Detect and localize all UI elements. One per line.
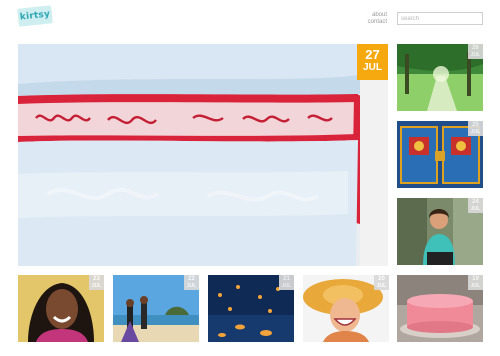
bottom-post[interactable]: 19 JUL [397, 275, 483, 342]
bottom-post[interactable]: 23 JUL [18, 275, 104, 342]
date-day: 23 [93, 276, 100, 282]
side-post[interactable]: 26 JUL [397, 44, 483, 111]
date-month: JUL [363, 62, 382, 73]
date-month: JUL [470, 283, 481, 289]
date-day: 25 [472, 122, 479, 128]
site-logo[interactable]: kirtsy [17, 5, 53, 27]
date-badge: 20 JUL [374, 275, 389, 290]
pillowcases-image [18, 44, 388, 266]
date-day: 20 [378, 276, 385, 282]
date-month: JUL [186, 283, 197, 289]
date-badge: 25 JUL [468, 121, 483, 136]
search-input[interactable] [397, 12, 483, 25]
date-day: 21 [283, 276, 290, 282]
date-month: JUL [281, 283, 292, 289]
date-month: JUL [470, 129, 481, 135]
date-badge: 21 JUL [279, 275, 294, 290]
date-badge: 19 JUL [468, 275, 483, 290]
top-nav: about contact [355, 12, 387, 26]
bottom-post[interactable]: 20 JUL [303, 275, 389, 342]
nav-link-about[interactable]: about [355, 12, 387, 19]
side-post[interactable]: 25 JUL [397, 121, 483, 188]
date-badge: 22 JUL [184, 275, 199, 290]
logo-text: kirtsy [19, 9, 51, 23]
date-day: 27 [365, 47, 380, 62]
date-day: 22 [188, 276, 195, 282]
date-month: JUL [470, 52, 481, 58]
bottom-post[interactable]: 21 JUL [208, 275, 294, 342]
date-month: JUL [470, 206, 481, 212]
nav-link-contact[interactable]: contact [355, 19, 387, 26]
date-badge: 23 JUL [89, 275, 104, 290]
date-day: 24 [472, 199, 479, 205]
date-badge: 26 JUL [468, 44, 483, 59]
featured-post[interactable]: 27 JUL [18, 44, 388, 266]
date-badge: 27 JUL [357, 44, 388, 80]
date-day: 19 [472, 276, 479, 282]
date-day: 26 [472, 45, 479, 51]
bottom-post[interactable]: 22 JUL [113, 275, 199, 342]
date-month: JUL [91, 283, 102, 289]
side-post[interactable]: 24 JUL [397, 198, 483, 265]
date-badge: 24 JUL [468, 198, 483, 213]
date-month: JUL [376, 283, 387, 289]
